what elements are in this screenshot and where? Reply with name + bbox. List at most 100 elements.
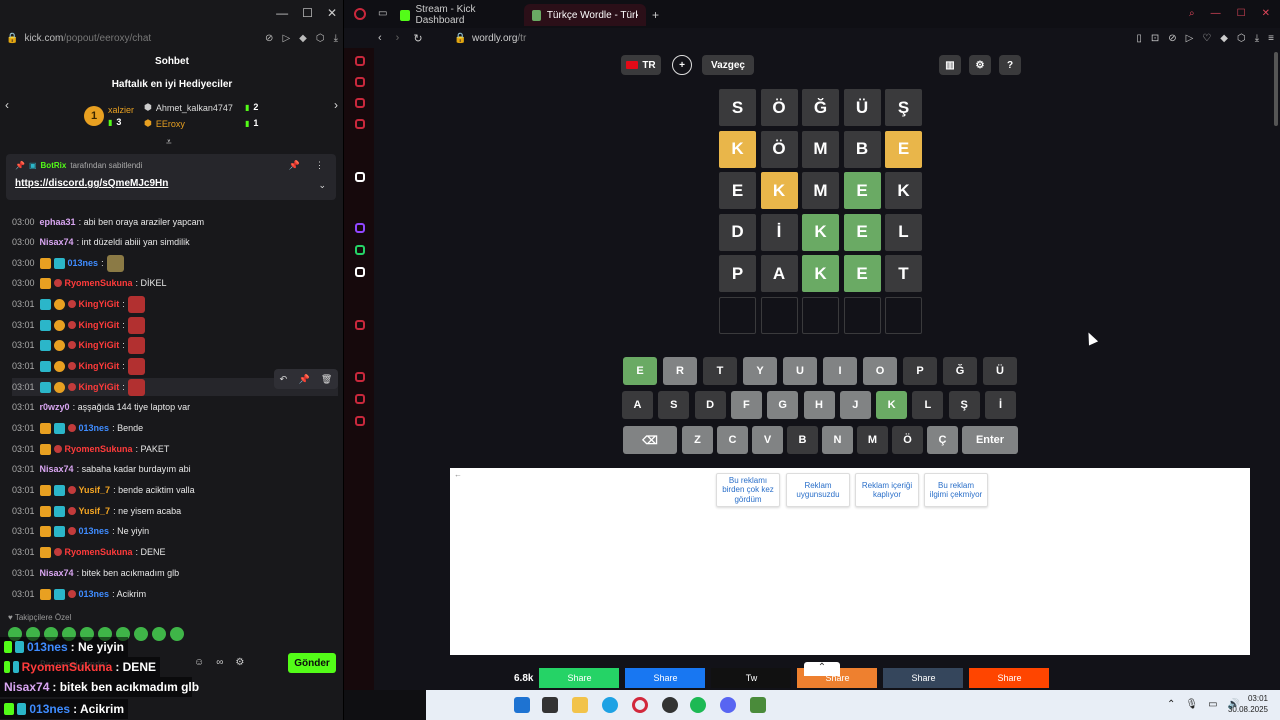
minecraft-icon[interactable]	[750, 697, 766, 713]
play-icon[interactable]: ▷	[282, 33, 290, 44]
adblock-icon[interactable]: ⊘	[1168, 33, 1176, 44]
key[interactable]: H	[803, 391, 835, 419]
message-username[interactable]: 013nes	[68, 258, 99, 268]
puzzle-icon[interactable]: ⬡	[316, 33, 325, 44]
message-username[interactable]: Yusif_7	[79, 506, 111, 516]
emote-icon[interactable]	[134, 627, 148, 641]
key[interactable]: I	[823, 357, 857, 385]
forward-icon[interactable]: ›	[396, 32, 400, 45]
message-username[interactable]: Nisax74	[40, 568, 74, 578]
maximize-icon[interactable]: ☐	[1237, 8, 1246, 19]
key[interactable]: T	[703, 357, 737, 385]
share-button[interactable]: Share	[969, 668, 1050, 688]
message-username[interactable]: r0wzy0	[40, 402, 70, 412]
extension-icon[interactable]: ◆	[1220, 33, 1228, 44]
menu-icon[interactable]: ≡	[1268, 33, 1274, 44]
message-username[interactable]: 013nes	[79, 589, 110, 599]
ad-feedback-button-2[interactable]: Reklam uygunsuzdu	[786, 473, 850, 507]
language-button[interactable]: TR	[621, 55, 661, 75]
clock-icon[interactable]	[355, 372, 365, 382]
extension-icon[interactable]: ◆	[299, 33, 307, 44]
key[interactable]: N	[822, 426, 853, 454]
close-icon[interactable]: ✕	[327, 6, 337, 20]
share-button[interactable]: Share	[539, 668, 620, 688]
snapshot-icon[interactable]: ⊡	[1151, 33, 1159, 44]
emoji-icon[interactable]: ☺	[194, 657, 204, 668]
key[interactable]: Ü	[983, 357, 1017, 385]
key[interactable]: E	[623, 357, 657, 385]
tab-menu-icon[interactable]: ▭	[378, 8, 387, 19]
slow-mode-icon[interactable]: ∞	[216, 657, 223, 668]
tray-expand-icon[interactable]: ⌃	[1167, 699, 1175, 710]
key[interactable]: Z	[682, 426, 713, 454]
enter-key[interactable]: Enter	[962, 426, 1018, 454]
edge-icon[interactable]	[602, 697, 618, 713]
kick-side-icon[interactable]	[355, 172, 365, 182]
pinned-link[interactable]: https://discord.gg/sQmeMJc9Hn	[15, 178, 168, 189]
key[interactable]: U	[783, 357, 817, 385]
opera-logo-icon[interactable]	[354, 8, 366, 20]
key[interactable]: J	[839, 391, 871, 419]
chevron-down-icon[interactable]: ⌄	[318, 180, 326, 191]
message-username[interactable]: KingYiGit	[79, 361, 120, 371]
settings-icon[interactable]: ⚙	[969, 55, 991, 75]
history-icon[interactable]	[355, 320, 365, 330]
message-username[interactable]: KingYiGit	[79, 340, 120, 350]
twitch-icon[interactable]	[355, 223, 365, 233]
aria-icon[interactable]	[355, 56, 365, 66]
bookmark-icon[interactable]: ▯	[1136, 33, 1142, 44]
send-button[interactable]: Gönder	[288, 653, 336, 673]
reply-icon[interactable]: ↶	[280, 374, 288, 385]
whatsapp-icon[interactable]	[355, 245, 365, 255]
message-username[interactable]: KingYiGit	[79, 382, 120, 392]
download-icon[interactable]: ⤓	[334, 33, 338, 44]
maximize-icon[interactable]: ☐	[302, 6, 313, 20]
key[interactable]: S	[658, 391, 690, 419]
pin-message-icon[interactable]: 📌	[298, 374, 309, 385]
opera-icon[interactable]	[632, 697, 648, 713]
key[interactable]: P	[903, 357, 937, 385]
key[interactable]: F	[730, 391, 762, 419]
key[interactable]: A	[622, 391, 653, 419]
minimize-icon[interactable]: —	[276, 6, 288, 20]
key[interactable]: L	[912, 391, 944, 419]
reload-icon[interactable]: ↻	[413, 32, 422, 45]
close-icon[interactable]: ✕	[1262, 8, 1270, 19]
share-button[interactable]: Share	[883, 668, 964, 688]
message-username[interactable]: RyomenSukuna	[65, 547, 133, 557]
backspace-key[interactable]: ⌫	[623, 426, 677, 454]
emote-icon[interactable]	[152, 627, 166, 641]
message-username[interactable]: 013nes	[79, 526, 110, 536]
page-scrollbar[interactable]	[1272, 48, 1280, 658]
download-icon[interactable]: ⤓	[1255, 33, 1259, 44]
heart-icon[interactable]: ♡	[1202, 33, 1211, 44]
cancel-button[interactable]: Vazgeç	[702, 55, 754, 75]
key[interactable]: D	[694, 391, 726, 419]
ad-back-icon[interactable]: ←	[454, 470, 462, 479]
puzzle-icon[interactable]: ⬡	[1237, 33, 1246, 44]
new-tab-icon[interactable]: +	[652, 8, 659, 22]
tab-wordle[interactable]: Türkçe Wordle - Türkçe K	[524, 4, 646, 26]
share-button[interactable]: Tw	[711, 668, 792, 688]
discord-icon[interactable]	[720, 697, 736, 713]
key[interactable]: M	[857, 426, 888, 454]
key[interactable]: Ç	[927, 426, 958, 454]
key[interactable]: İ	[985, 391, 1016, 419]
message-username[interactable]: KingYiGit	[79, 320, 120, 330]
scrollbar-thumb[interactable]	[1274, 52, 1278, 126]
obs-icon[interactable]	[662, 697, 678, 713]
popout-url-bar[interactable]: 🔒 kick.com/popout/eeroxy/chat ⊘ ▷ ◆ ⬡ ⤓	[0, 28, 343, 48]
search-icon[interactable]: ⌕	[1189, 8, 1195, 19]
message-username[interactable]: RyomenSukuna	[65, 444, 133, 454]
message-username[interactable]: Yusif_7	[79, 485, 111, 495]
message-username[interactable]: Nisax74	[40, 237, 74, 247]
settings-side-icon[interactable]	[355, 416, 365, 426]
settings-icon[interactable]: ⚙	[235, 657, 244, 668]
key[interactable]: O	[863, 357, 897, 385]
workspace-icon[interactable]	[355, 77, 365, 87]
ad-feedback-button-3[interactable]: Reklam içeriği kaplıyor	[855, 473, 919, 507]
message-username[interactable]: 013nes	[79, 423, 110, 433]
key[interactable]: Ş	[948, 391, 980, 419]
display-icon[interactable]: ▭	[1208, 699, 1217, 710]
file-explorer-icon[interactable]	[572, 697, 588, 713]
